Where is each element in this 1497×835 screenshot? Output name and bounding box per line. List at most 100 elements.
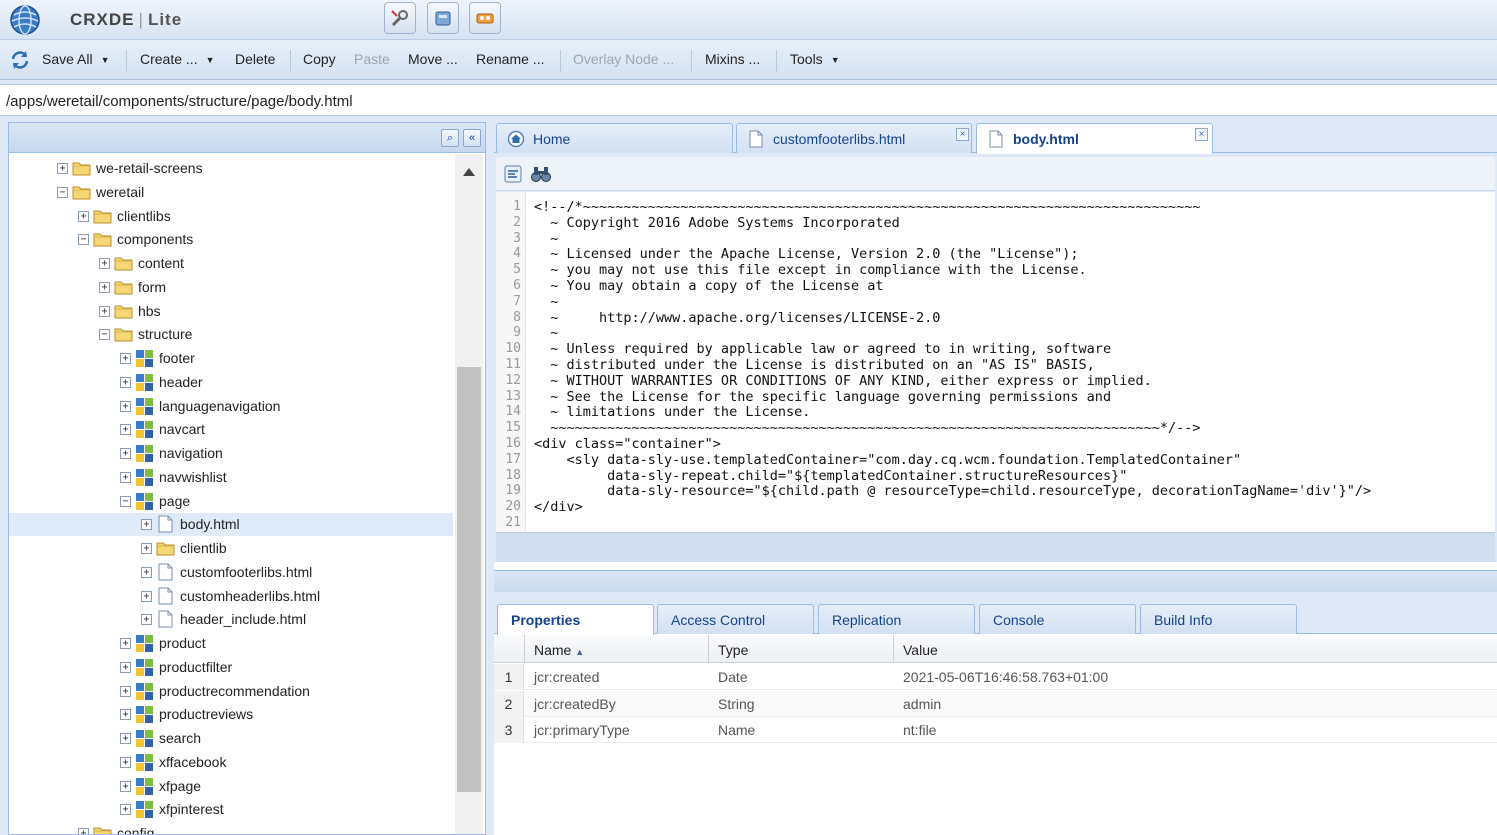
tree-item[interactable]: + xfpinterest <box>9 798 453 821</box>
tree-item[interactable]: − structure <box>9 323 453 346</box>
tree-scrollbar[interactable] <box>455 154 483 834</box>
tree-item[interactable]: − page <box>9 490 453 513</box>
expand-toggle-icon[interactable]: + <box>120 685 131 697</box>
close-icon[interactable]: × <box>1195 128 1208 141</box>
copy-button[interactable]: Copy <box>303 51 336 67</box>
expand-toggle-icon[interactable]: + <box>99 305 110 317</box>
tree-item[interactable]: + body.html <box>9 513 453 537</box>
package-manager-button[interactable] <box>427 2 459 34</box>
tab-console[interactable]: Console <box>979 604 1136 634</box>
tools-menu-button[interactable]: Tools ▼ <box>790 51 840 67</box>
expand-toggle-icon[interactable]: + <box>141 590 152 602</box>
tree-item[interactable]: + productreviews <box>9 703 453 726</box>
expand-toggle-icon[interactable]: + <box>78 828 89 834</box>
expand-toggle-icon[interactable]: + <box>120 661 131 673</box>
column-name-header[interactable]: Name ▲ <box>534 642 584 658</box>
tab-body-html[interactable]: body.html × <box>976 123 1213 154</box>
paste-button[interactable]: Paste <box>354 51 390 67</box>
scrollbar-thumb[interactable] <box>457 367 481 792</box>
chevron-down-icon[interactable]: ▼ <box>206 55 215 65</box>
expand-toggle-icon[interactable]: + <box>120 756 131 768</box>
tab-replication[interactable]: Replication <box>818 604 975 634</box>
code-editor[interactable]: 1 2 3 4 5 6 7 8 9 10 11 12 13 14 15 16 17 18 19 20 21 <!--/*… <box>496 192 1495 532</box>
tree-item[interactable]: + xffacebook <box>9 751 453 774</box>
collapse-toggle-icon[interactable]: − <box>78 234 89 246</box>
tree-item[interactable]: − components <box>9 228 453 251</box>
bottom-splitter-bar[interactable] <box>494 570 1497 592</box>
tree-item[interactable]: + productfilter <box>9 656 453 679</box>
tree-item[interactable]: + form <box>9 276 453 299</box>
expand-toggle-icon[interactable]: + <box>99 281 110 293</box>
tab-customfooterlibs[interactable]: customfooterlibs.html × <box>736 123 972 153</box>
rename-button[interactable]: Rename ... <box>476 51 544 67</box>
expand-toggle-icon[interactable]: + <box>141 519 152 531</box>
tab-access-control[interactable]: Access Control <box>657 604 814 634</box>
collapse-toggle-icon[interactable]: − <box>120 495 131 507</box>
move-button[interactable]: Move ... <box>408 51 458 67</box>
table-row[interactable]: 3 jcr:primaryType Name nt:file <box>494 717 1497 743</box>
expand-toggle-icon[interactable]: + <box>78 210 89 222</box>
table-row[interactable]: 2 jcr:createdBy String admin <box>494 690 1497 717</box>
expand-toggle-icon[interactable]: + <box>141 614 152 626</box>
tab-properties[interactable]: Properties <box>497 604 654 635</box>
collapse-toggle-icon[interactable]: − <box>57 186 68 198</box>
expand-toggle-icon[interactable]: + <box>120 376 131 388</box>
expand-toggle-icon[interactable]: + <box>141 566 152 578</box>
chevron-down-icon[interactable]: ▼ <box>831 55 840 65</box>
tree-item[interactable]: + hbs <box>9 300 453 323</box>
delete-button[interactable]: Delete <box>235 51 275 67</box>
create-button[interactable]: Create ... ▼ <box>140 51 215 67</box>
tree-item[interactable]: + languagenavigation <box>9 395 453 418</box>
refresh-icon[interactable] <box>9 50 31 70</box>
expand-toggle-icon[interactable]: + <box>120 471 131 483</box>
osgi-console-button[interactable] <box>469 2 501 34</box>
tree-item[interactable]: + we-retail-screens <box>9 157 453 180</box>
expand-toggle-icon[interactable]: + <box>57 163 68 174</box>
tree-item[interactable]: + navcart <box>9 418 453 441</box>
binoculars-icon[interactable] <box>530 164 552 184</box>
tree-item[interactable]: + header <box>9 371 453 394</box>
tree-item[interactable]: + productrecommendation <box>9 680 453 703</box>
expand-toggle-icon[interactable]: + <box>120 733 131 744</box>
tools-switch-button[interactable] <box>384 2 416 34</box>
tree-item[interactable]: + product <box>9 632 453 655</box>
save-all-button[interactable]: Save All ▼ <box>42 51 110 67</box>
tree-item[interactable]: + footer <box>9 347 453 370</box>
chevron-down-icon[interactable]: ▼ <box>101 55 110 65</box>
mixins-button[interactable]: Mixins ... <box>705 51 760 67</box>
tab-build-info[interactable]: Build Info <box>1140 604 1297 634</box>
tree-item[interactable]: + navigation <box>9 442 453 465</box>
format-code-icon[interactable] <box>503 164 523 184</box>
tree-item[interactable]: + header_include.html <box>9 608 453 631</box>
expand-toggle-icon[interactable]: + <box>120 353 131 364</box>
scroll-up-icon[interactable] <box>463 168 475 176</box>
collapse-panel-icon[interactable]: « <box>463 129 481 147</box>
collapse-toggle-icon[interactable]: − <box>99 329 110 341</box>
tree-item[interactable]: + content <box>9 252 453 275</box>
tree-item[interactable]: − weretail <box>9 181 453 204</box>
close-icon[interactable]: × <box>956 128 969 141</box>
path-input[interactable] <box>6 89 1486 113</box>
tree-item[interactable]: + clientlibs <box>9 205 453 228</box>
column-type-header[interactable]: Type <box>718 642 748 658</box>
tree-item[interactable]: + search <box>9 727 453 750</box>
table-row[interactable]: 1 jcr:created Date 2021-05-06T16:46:58.763+… <box>494 664 1497 690</box>
expand-toggle-icon[interactable]: + <box>120 638 131 649</box>
overlay-node-button[interactable]: Overlay Node ... <box>573 51 674 67</box>
tree-item[interactable]: + navwishlist <box>9 466 453 489</box>
expand-toggle-icon[interactable]: + <box>120 804 131 816</box>
find-icon[interactable]: ⌕ <box>441 129 459 147</box>
tree-item[interactable]: + xfpage <box>9 775 453 798</box>
expand-toggle-icon[interactable]: + <box>120 400 131 412</box>
expand-toggle-icon[interactable]: + <box>120 709 131 721</box>
expand-toggle-icon[interactable]: + <box>99 258 110 269</box>
tree-item[interactable]: + customheaderlibs.html <box>9 585 453 608</box>
tree-item[interactable]: + clientlib <box>9 537 453 560</box>
tree-item[interactable]: + config <box>9 822 453 834</box>
tree-item[interactable]: + customfooterlibs.html <box>9 561 453 584</box>
expand-toggle-icon[interactable]: + <box>120 448 131 459</box>
tab-home[interactable]: Home <box>496 123 733 153</box>
expand-toggle-icon[interactable]: + <box>120 780 131 792</box>
column-value-header[interactable]: Value <box>903 642 938 658</box>
expand-toggle-icon[interactable]: + <box>141 543 152 554</box>
